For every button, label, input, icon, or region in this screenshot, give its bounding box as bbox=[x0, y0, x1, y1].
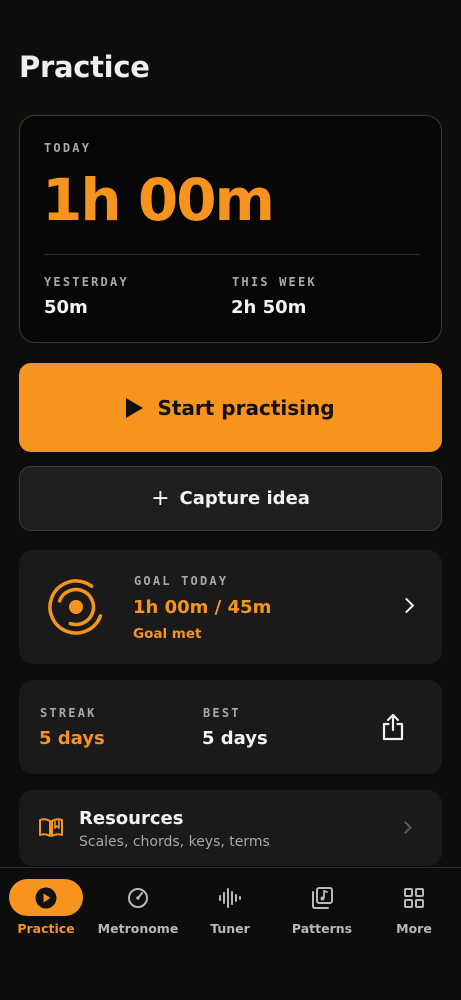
divider bbox=[44, 254, 420, 255]
tab-practice-pill bbox=[9, 879, 83, 916]
today-label: TODAY bbox=[44, 141, 92, 155]
goal-ring-icon bbox=[48, 579, 104, 635]
grid-icon bbox=[404, 887, 424, 908]
capture-idea-button[interactable]: + Capture idea bbox=[19, 466, 442, 531]
goal-today-value: 1h 00m / 45m bbox=[133, 597, 272, 618]
share-icon[interactable] bbox=[381, 713, 405, 741]
best-value: 5 days bbox=[202, 728, 268, 749]
tab-more-label: More bbox=[396, 921, 432, 936]
chevron-right-icon bbox=[399, 821, 412, 834]
tab-patterns-label: Patterns bbox=[291, 921, 353, 936]
start-practising-label: Start practising bbox=[157, 395, 335, 420]
best-label: BEST bbox=[203, 706, 241, 720]
yesterday-value: 50m bbox=[44, 297, 88, 318]
resources-card[interactable]: Resources Scales, chords, keys, terms bbox=[19, 790, 442, 866]
book-icon bbox=[39, 818, 63, 837]
metronome-icon bbox=[128, 887, 148, 908]
tab-bar: Practice Metronome Tuner Patterns More bbox=[0, 867, 461, 1000]
resources-title: Resources bbox=[79, 808, 184, 829]
streak-card: STREAK 5 days BEST 5 days bbox=[19, 680, 442, 774]
play-circle-icon bbox=[35, 887, 57, 908]
tab-metronome-label: Metronome bbox=[97, 921, 179, 936]
goal-today-label: GOAL TODAY bbox=[134, 574, 229, 588]
tab-tuner-label: Tuner bbox=[210, 921, 250, 936]
tab-tuner[interactable]: Tuner bbox=[184, 868, 276, 948]
page-title: Practice bbox=[19, 50, 150, 84]
this-week-value: 2h 50m bbox=[231, 297, 307, 318]
capture-idea-label: Capture idea bbox=[179, 488, 310, 509]
plus-icon: + bbox=[151, 485, 170, 511]
streak-value: 5 days bbox=[39, 728, 105, 749]
music-note-library-icon bbox=[312, 886, 333, 909]
chevron-right-icon bbox=[398, 597, 415, 614]
tab-patterns[interactable]: Patterns bbox=[276, 868, 368, 948]
tab-practice[interactable]: Practice bbox=[0, 868, 92, 948]
resources-subtitle: Scales, chords, keys, terms bbox=[79, 834, 270, 850]
tab-more[interactable]: More bbox=[368, 868, 460, 948]
today-value: 1h 00m bbox=[42, 166, 275, 234]
this-week-label: THIS WEEK bbox=[232, 275, 317, 289]
play-icon bbox=[126, 397, 144, 418]
tab-metronome[interactable]: Metronome bbox=[92, 868, 184, 948]
tab-practice-label: Practice bbox=[17, 921, 75, 936]
goal-status: Goal met bbox=[133, 626, 202, 642]
yesterday-label: YESTERDAY bbox=[44, 275, 129, 289]
practice-screen: Practice TODAY 1h 00m YESTERDAY 50m THIS… bbox=[0, 0, 461, 1000]
goal-today-card[interactable]: GOAL TODAY 1h 00m / 45m Goal met bbox=[19, 550, 442, 664]
waveform-icon bbox=[219, 887, 241, 908]
start-practising-button[interactable]: Start practising bbox=[19, 363, 442, 452]
streak-label: STREAK bbox=[40, 706, 97, 720]
today-summary-card: TODAY 1h 00m YESTERDAY 50m THIS WEEK 2h … bbox=[19, 115, 442, 343]
